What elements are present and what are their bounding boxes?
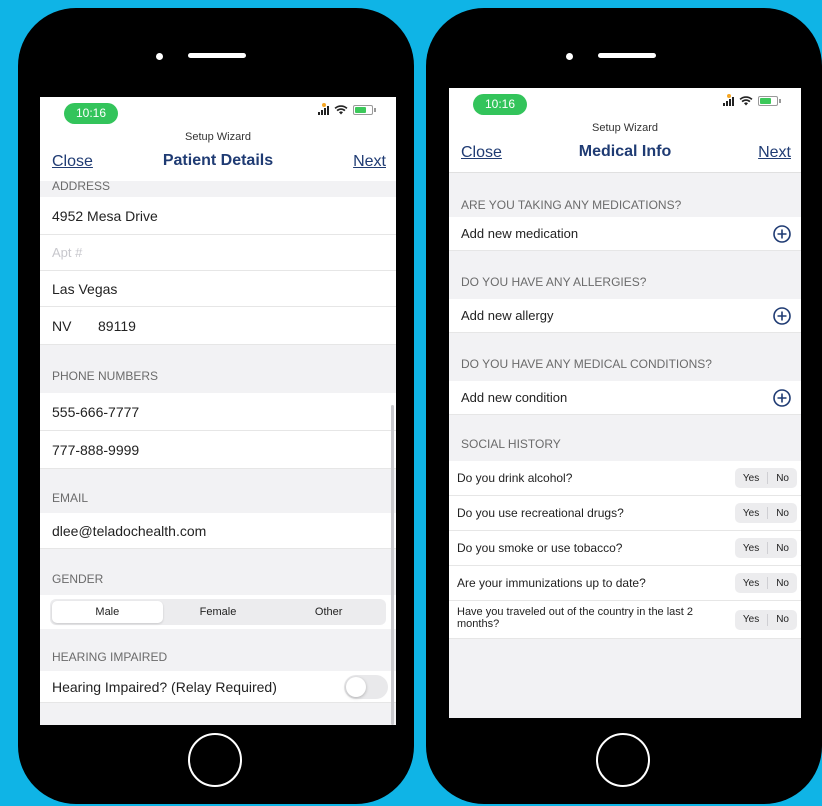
city-field[interactable]: Las Vegas (40, 271, 396, 307)
phone-field-2[interactable]: 777-888-9999 (40, 431, 396, 469)
question-tobacco: Do you smoke or use tobacco? (457, 541, 623, 555)
add-medication-label: Add new medication (461, 226, 579, 241)
hearing-label: Hearing Impaired? (Relay Required) (52, 679, 277, 695)
yes-no-control: Yes No (734, 503, 797, 523)
street-field[interactable]: 4952 Mesa Drive (40, 197, 396, 235)
signal-icon (318, 103, 329, 115)
yes-no-control: Yes No (734, 573, 797, 593)
status-icons (723, 94, 781, 106)
email-field[interactable]: dlee@teladochealth.com (40, 513, 396, 549)
yes-option[interactable]: Yes (735, 496, 767, 531)
gender-male-option[interactable]: Male (52, 601, 163, 623)
email-header: EMAIL (52, 491, 89, 505)
gender-header: GENDER (52, 572, 104, 586)
add-allergy-label: Add new allergy (461, 308, 554, 323)
camera-dot (566, 53, 573, 60)
social-question-row: Do you smoke or use tobacco? Yes No (449, 531, 801, 566)
social-question-row: Have you traveled out of the country in … (449, 601, 801, 639)
status-time: 10:16 (473, 94, 527, 115)
status-time: 10:16 (64, 103, 118, 124)
battery-icon (353, 105, 373, 115)
question-travel: Have you traveled out of the country in … (457, 606, 694, 630)
wizard-title: Setup Wizard (40, 127, 396, 147)
address-header: ADDRESS (40, 180, 396, 197)
state-field[interactable]: NV (52, 307, 98, 344)
add-allergy-row[interactable]: Add new allergy (449, 299, 801, 333)
add-medication-plus-icon[interactable] (773, 224, 791, 243)
no-option[interactable]: No (768, 461, 797, 496)
speaker-grille (188, 53, 246, 58)
hearing-toggle[interactable] (344, 675, 388, 699)
battery-icon (758, 96, 778, 106)
add-condition-row[interactable]: Add new condition (449, 381, 801, 415)
next-button[interactable]: Next (353, 153, 386, 171)
hearing-row: Hearing Impaired? (Relay Required) (40, 671, 396, 703)
add-medication-row[interactable]: Add new medication (449, 217, 801, 251)
yes-option[interactable]: Yes (735, 531, 767, 566)
phone-right: 10:16 Setup Wizard Close Medical Info Ne… (426, 8, 822, 804)
add-condition-plus-icon[interactable] (773, 388, 791, 407)
yes-option[interactable]: Yes (735, 614, 767, 626)
question-alcohol: Do you drink alcohol? (457, 471, 573, 485)
camera-dot (156, 53, 163, 60)
yes-no-control: Yes No (734, 538, 797, 558)
page-title: Medical Info (578, 143, 672, 160)
status-bar: 10:16 (449, 88, 801, 118)
phone-numbers-header: PHONE NUMBERS (52, 369, 159, 383)
medical-info-screen: 10:16 Setup Wizard Close Medical Info Ne… (449, 88, 801, 718)
no-option[interactable]: No (768, 531, 797, 566)
speaker-grille (598, 53, 656, 58)
wifi-icon (334, 105, 348, 115)
gender-other-option[interactable]: Other (273, 601, 384, 623)
social-question-row: Are your immunizations up to date? Yes No (449, 566, 801, 601)
no-option[interactable]: No (768, 496, 797, 531)
yes-no-control: Yes No (734, 468, 797, 488)
phone-field-1[interactable]: 555-666-7777 (40, 393, 396, 431)
patient-details-screen: 10:16 Setup Wizard Close Patient Details… (40, 97, 396, 725)
nav-bar: Close Patient Details Next (40, 147, 396, 181)
social-question-row: Do you drink alcohol? Yes No (449, 461, 801, 496)
gender-female-option[interactable]: Female (163, 601, 274, 623)
home-button[interactable] (188, 733, 242, 787)
yes-option[interactable]: Yes (735, 566, 767, 601)
yes-no-control: Yes No (734, 609, 797, 630)
conditions-header: DO YOU HAVE ANY MEDICAL CONDITIONS? (461, 357, 712, 371)
hearing-header: HEARING IMPAIRED (52, 650, 168, 664)
question-drugs: Do you use recreational drugs? (457, 506, 624, 520)
question-immunizations: Are your immunizations up to date? (457, 576, 646, 590)
status-bar: 10:16 (40, 97, 396, 127)
gender-row: Male Female Other (40, 595, 396, 629)
signal-icon (723, 94, 734, 106)
social-question-row: Do you use recreational drugs? Yes No (449, 496, 801, 531)
apt-field[interactable]: Apt # (40, 235, 396, 271)
social-history-header: SOCIAL HISTORY (461, 437, 561, 451)
gender-segmented-control: Male Female Other (50, 599, 386, 625)
wizard-title: Setup Wizard (449, 118, 801, 138)
add-allergy-plus-icon[interactable] (773, 306, 791, 325)
wifi-icon (739, 96, 753, 106)
home-button[interactable] (596, 733, 650, 787)
allergies-header: DO YOU HAVE ANY ALLERGIES? (461, 275, 647, 289)
no-option[interactable]: No (768, 566, 797, 601)
status-icons (318, 103, 376, 115)
zip-field[interactable]: 89119 (98, 307, 136, 344)
add-condition-label: Add new condition (461, 390, 568, 405)
scrollbar[interactable] (391, 405, 394, 725)
next-button[interactable]: Next (758, 144, 791, 162)
no-option[interactable]: No (768, 614, 797, 626)
medications-header: ARE YOU TAKING ANY MEDICATIONS? (449, 172, 801, 217)
page-title: Patient Details (162, 152, 274, 169)
state-zip-row: NV 89119 (40, 307, 396, 345)
phone-left: 10:16 Setup Wizard Close Patient Details… (18, 8, 414, 804)
yes-option[interactable]: Yes (735, 461, 767, 496)
nav-bar: Close Medical Info Next (449, 138, 801, 172)
